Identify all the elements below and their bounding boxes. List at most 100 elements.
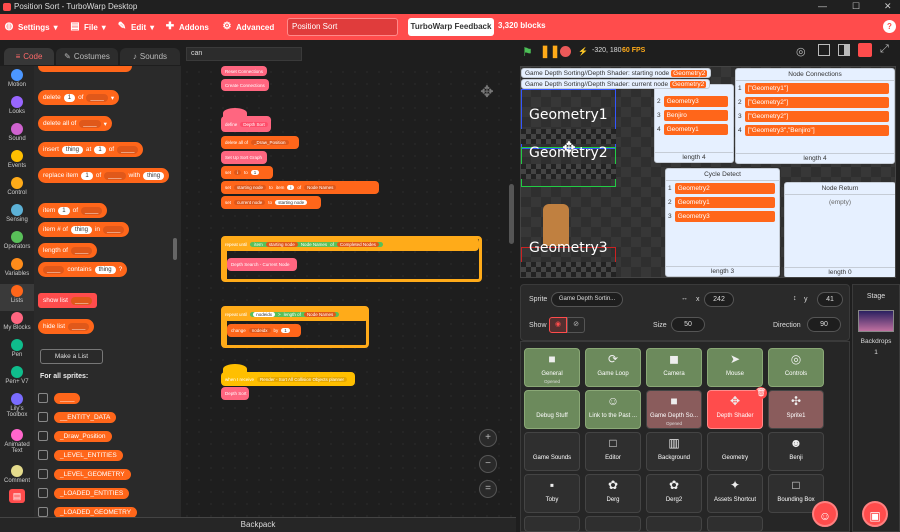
category-events[interactable]: Events bbox=[0, 149, 34, 176]
settings-menu[interactable]: ◍ Settings ▾ bbox=[4, 14, 58, 40]
sprite-tile-partial[interactable] bbox=[707, 516, 763, 532]
backpack-bar[interactable]: Backpack bbox=[0, 517, 516, 532]
add-sprite-button[interactable]: ☺ bbox=[812, 501, 838, 527]
zoom-out-button[interactable]: − bbox=[479, 455, 497, 473]
make-list-button[interactable]: Make a List bbox=[40, 349, 103, 364]
var-dropdown[interactable]: starting node bbox=[265, 242, 298, 247]
list-item[interactable]: Geometry1 bbox=[674, 196, 775, 208]
category-motion[interactable]: Motion bbox=[0, 68, 34, 95]
block-input[interactable]: 1 bbox=[94, 145, 106, 154]
sprite-tile-mouse[interactable]: ➤ Mouse bbox=[707, 348, 763, 387]
palette-length-block[interactable]: length of ____ bbox=[38, 243, 98, 258]
list-checkbox[interactable] bbox=[38, 488, 48, 498]
sprite-tile-game-sounds[interactable]: Game Sounds bbox=[524, 432, 580, 471]
depth-sort-call-block[interactable]: Depth Sort bbox=[221, 387, 249, 400]
palette-item-block[interactable]: item 1 of ____ bbox=[38, 203, 108, 218]
palette-insert-block[interactable]: insert thing at 1 of ____ bbox=[38, 142, 144, 157]
depth-search-call-block[interactable]: Depth Search - Current Node bbox=[227, 258, 297, 271]
list-item[interactable]: ["Geometry1"] bbox=[744, 82, 889, 94]
stage-canvas[interactable]: Geometry1 Geometry2 ✥ Geometry3 2 Geometr… bbox=[520, 66, 896, 278]
block-input[interactable]: starting node bbox=[275, 200, 308, 205]
list-var-row[interactable]: ____ bbox=[38, 391, 81, 405]
category-sensing[interactable]: Sensing bbox=[0, 203, 34, 230]
project-title-input[interactable]: Position Sort bbox=[287, 18, 398, 36]
addons-menu[interactable]: ✚ Addons bbox=[165, 14, 209, 40]
list-checkbox[interactable] bbox=[38, 507, 48, 517]
sprite-tile-toby[interactable]: ▪ Toby bbox=[524, 474, 580, 513]
list-var-row[interactable]: _LEVEL_ENTITIES bbox=[38, 448, 123, 462]
list-var-row[interactable]: _Draw_Position bbox=[38, 429, 112, 443]
reset-connections-block[interactable]: Reset Connections bbox=[221, 66, 267, 76]
stage-panel[interactable]: Stage Backdrops 1 bbox=[852, 284, 900, 532]
add-backdrop-button[interactable]: ▣ bbox=[862, 501, 888, 527]
starting-node-monitor[interactable]: Game Depth Sorting//Depth Shader: starti… bbox=[521, 68, 712, 78]
category-operators[interactable]: Operators bbox=[0, 230, 34, 257]
repeat-until-nodeidx-block[interactable]: repeat until nodeidx > length of Node Names bbox=[221, 308, 369, 321]
palette-delete-block[interactable]: delete 1 of ____ ▾ bbox=[38, 90, 120, 105]
list-reporter[interactable]: _LOADED_GEOMETRY bbox=[54, 506, 138, 518]
list-checkbox[interactable] bbox=[38, 393, 48, 403]
node-names-list-monitor[interactable]: 2 Geometry3 3 Benjiro 4 Geometry1 length 4 bbox=[654, 84, 734, 163]
list-reporter[interactable]: _LEVEL_GEOMETRY bbox=[54, 468, 131, 480]
zoom-reset-button[interactable]: = bbox=[479, 480, 497, 498]
block-input[interactable]: nodeidx bbox=[253, 312, 276, 317]
drag-handle-icon[interactable]: ✥ bbox=[477, 82, 497, 102]
tab-code[interactable]: ≡ Code bbox=[4, 48, 54, 65]
normal-stage-icon[interactable] bbox=[838, 44, 850, 56]
sprite-tile-partial[interactable] bbox=[646, 516, 702, 532]
category-sound[interactable]: Sound bbox=[0, 122, 34, 149]
zoom-in-button[interactable]: + bbox=[479, 429, 497, 447]
list-dropdown[interactable]: ____ bbox=[43, 265, 65, 274]
list-dropdown[interactable]: ____ bbox=[70, 246, 93, 255]
block-input[interactable]: thing bbox=[70, 225, 92, 234]
list-item[interactable]: Geometry2 bbox=[674, 182, 775, 194]
backdrop-thumbnail[interactable] bbox=[858, 310, 894, 332]
list-dropdown[interactable]: ____ bbox=[81, 206, 103, 215]
list-reporter[interactable]: __ENTITY_DATA bbox=[54, 411, 117, 423]
sprite-tile-debug-stuff[interactable]: Debug Stuff bbox=[524, 390, 580, 429]
palette-item-num-block[interactable]: item # of thing in ____ bbox=[38, 222, 130, 237]
sprite-tile-game-depth-sorting[interactable]: ■ Game Depth So... Opened bbox=[646, 390, 702, 429]
palette-show-list-block[interactable]: show list ____ bbox=[38, 293, 98, 308]
category-control[interactable]: Control bbox=[0, 176, 34, 203]
sprite-tile-editor[interactable]: □ Editor bbox=[585, 432, 641, 471]
palette-hide-list-block[interactable]: hide list ____ bbox=[38, 319, 95, 334]
sprite-tile-game-loop[interactable]: ⟳ Game Loop bbox=[585, 348, 641, 387]
list-item[interactable]: ["Geometry2"] bbox=[744, 110, 889, 122]
list-dropdown[interactable]: ____ bbox=[86, 93, 108, 102]
list-item[interactable]: Geometry1 bbox=[663, 123, 728, 135]
list-dropdown[interactable]: Node Names bbox=[303, 312, 337, 317]
sprite-tile-depth-shader[interactable]: ✥ Depth Shader bbox=[707, 390, 763, 429]
var-dropdown[interactable]: nodeidx bbox=[248, 328, 271, 333]
sprite-tile-camera[interactable]: ◼ Camera bbox=[646, 348, 702, 387]
block-input[interactable]: 1 bbox=[81, 171, 93, 180]
pause-icon[interactable]: ❚❚ bbox=[540, 44, 560, 58]
cycle-detect-list-monitor[interactable]: Cycle Detect 1 Geometry2 2 Geometry1 3 Geom… bbox=[665, 168, 780, 277]
change-nodeidx-block[interactable]: change nodeidx by 1 bbox=[227, 324, 301, 337]
list-item[interactable]: Benjiro bbox=[663, 109, 728, 121]
list-dropdown[interactable]: ____ bbox=[117, 145, 139, 154]
var-dropdown[interactable]: starting node bbox=[234, 185, 267, 190]
show-hidden-icon[interactable]: ⊘ bbox=[567, 317, 585, 333]
block-input[interactable]: 1 bbox=[63, 93, 76, 102]
set-current-node-block[interactable]: set current node to starting node bbox=[221, 196, 321, 209]
category-pen[interactable]: Pen bbox=[0, 338, 34, 365]
sprite-tile-sprite1[interactable]: ✣ Sprite1 bbox=[768, 390, 824, 429]
define-depth-sort-block[interactable]: define Depth Sort bbox=[221, 116, 271, 132]
set-starting-node-block[interactable]: set starting node to item i of Node Names bbox=[221, 181, 379, 194]
set-i-block[interactable]: set i to 1 bbox=[221, 166, 273, 179]
palette-block-partial[interactable] bbox=[38, 66, 132, 72]
extension-button[interactable]: ▤ bbox=[9, 489, 25, 503]
list-reporter[interactable]: ____ bbox=[54, 392, 81, 404]
sprite-tile-general[interactable]: ■ General Opened bbox=[524, 348, 580, 387]
list-reporter[interactable]: _Draw_Position bbox=[54, 430, 112, 442]
list-reporter[interactable]: _LEVEL_ENTITIES bbox=[54, 449, 123, 461]
help-button[interactable]: ? bbox=[883, 20, 896, 33]
list-dropdown[interactable]: Completed Nodes bbox=[336, 242, 379, 247]
list-dropdown[interactable]: ____ bbox=[70, 296, 93, 305]
list-dropdown[interactable]: Node Names bbox=[304, 185, 337, 190]
y-input[interactable]: 41 bbox=[817, 292, 843, 307]
current-node-monitor[interactable]: Game Depth Sorting//Depth Shader: curren… bbox=[521, 79, 711, 89]
sprite-name-input[interactable]: Game Depth Sortin... bbox=[551, 292, 623, 307]
fullscreen-icon[interactable]: ⤢ bbox=[880, 43, 889, 56]
